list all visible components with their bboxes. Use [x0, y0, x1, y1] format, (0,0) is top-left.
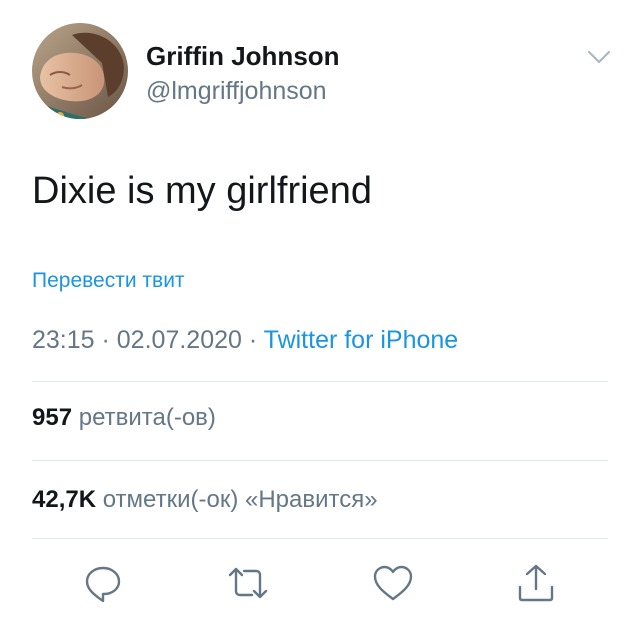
avatar-photo: [32, 23, 128, 119]
meta-separator: ·: [94, 326, 117, 354]
retweets-stat[interactable]: 957 ретвита(-ов): [32, 402, 216, 434]
tweet-source-link[interactable]: Twitter for iPhone: [264, 326, 459, 354]
author-handle[interactable]: @lmgriffjohnson: [146, 75, 327, 107]
retweets-count: 957: [32, 404, 73, 431]
tweet-text: Dixie is my girlfriend: [32, 170, 372, 212]
tweet-date: 02.07.2020: [116, 326, 242, 354]
tweet-detail: Griffin Johnson @lmgriffjohnson Dixie is…: [0, 0, 640, 622]
divider: [32, 538, 608, 539]
tweet-time: 23:15: [32, 326, 95, 354]
translate-tweet-link[interactable]: Перевести твит: [32, 267, 185, 295]
divider: [32, 460, 608, 461]
reply-icon[interactable]: [81, 561, 125, 605]
meta-separator: ·: [241, 326, 264, 354]
like-icon[interactable]: [371, 561, 415, 605]
avatar[interactable]: [32, 23, 128, 119]
divider: [32, 381, 608, 382]
chevron-down-icon[interactable]: [584, 44, 614, 70]
likes-stat[interactable]: 42,7K отметки(-ок) «Нравится»: [32, 484, 378, 516]
likes-count: 42,7K: [32, 486, 97, 513]
retweet-icon[interactable]: [226, 561, 270, 605]
share-icon[interactable]: [514, 561, 558, 605]
likes-label: отметки(-ок) «Нравится»: [102, 486, 378, 513]
tweet-meta: 23:15 · 02.07.2020 · Twitter for iPhone: [32, 323, 458, 357]
retweets-label: ретвита(-ов): [78, 404, 216, 431]
author-display-name[interactable]: Griffin Johnson: [146, 40, 340, 72]
